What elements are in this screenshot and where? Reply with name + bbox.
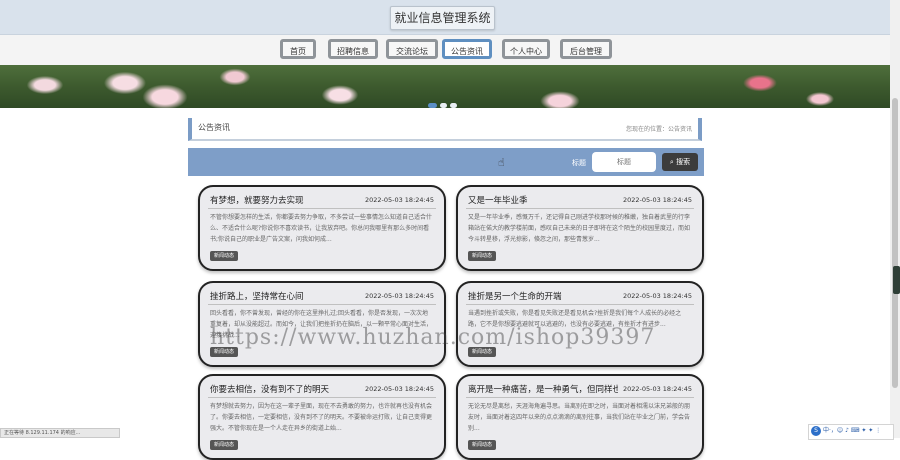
carousel-dot[interactable] [450, 103, 457, 108]
side-float-widget[interactable] [893, 266, 900, 294]
news-card[interactable]: 离开是一种痛苦，是一种勇气，但同样也是一种收获 2022-05-03 18:24… [456, 374, 704, 460]
card-tag[interactable]: 新闻动态 [210, 251, 239, 261]
carousel-dot[interactable] [440, 103, 447, 108]
hero-banner-image [0, 65, 890, 108]
carousel-indicators [428, 93, 460, 108]
card-date: 2022-05-03 18:24:45 [364, 292, 434, 300]
news-card[interactable]: 你要去相信，没有到不了的明天 2022-05-03 18:24:45 有梦想就去… [198, 374, 446, 460]
card-title[interactable]: 挫折路上，坚持常在心间 [210, 290, 304, 302]
news-card[interactable]: 有梦想，就要努力去实现 2022-05-03 18:24:45 不管你想要怎样的… [198, 185, 446, 271]
search-button[interactable]: ⌕ 搜索 [662, 153, 698, 171]
search-label: 标题 [572, 159, 586, 167]
card-divider [208, 397, 436, 398]
card-divider [208, 208, 436, 209]
card-title[interactable]: 又是一年毕业季 [468, 194, 528, 206]
nav-item-profile[interactable]: 个人中心 [502, 39, 550, 59]
breadcrumb: 您现在的位置：公告资讯 [625, 126, 692, 133]
news-card[interactable]: 挫折路上，坚持常在心间 2022-05-03 18:24:45 回头看看，你不曾… [198, 281, 446, 367]
carousel-dot[interactable] [428, 103, 437, 108]
nav-item-forum[interactable]: 交流论坛 [386, 39, 438, 59]
section-header: 公告资讯 您现在的位置：公告资讯 [188, 118, 702, 141]
card-divider [466, 304, 694, 305]
nav-item-admin[interactable]: 后台管理 [560, 39, 612, 59]
news-card[interactable]: 挫折是另一个生命的开端 2022-05-03 18:24:45 当遇到挫折或失败… [456, 281, 704, 367]
mouse-cursor-icon: ☝ [498, 156, 505, 169]
card-summary: 无论无尽是离愁，天涯海角遍寻思。当离别在即之时，当面对着相濡以沫兄弟般的朋友时，… [468, 403, 691, 432]
browser-status-bar: 正在等待 8.129.11.174 的响应... [0, 428, 120, 438]
card-date: 2022-05-03 18:24:45 [622, 385, 692, 393]
search-input[interactable] [592, 152, 656, 172]
card-divider [466, 397, 694, 398]
card-title[interactable]: 挫折是另一个生命的开端 [468, 290, 562, 302]
card-title[interactable]: 有梦想，就要努力去实现 [210, 194, 304, 206]
nav-item-home[interactable]: 首页 [280, 39, 316, 59]
ime-logo-icon[interactable]: S [811, 426, 821, 436]
site-title: 就业信息管理系统 [390, 6, 495, 30]
card-date: 2022-05-03 18:24:45 [622, 196, 692, 204]
card-divider [466, 208, 694, 209]
card-divider [208, 304, 436, 305]
card-date: 2022-05-03 18:24:45 [364, 385, 434, 393]
card-summary: 不管你想要怎样的生活，你都要去努力争取，不多尝试一些事情怎么知道自己适合什么、不… [210, 214, 433, 243]
nav-item-announcements[interactable]: 公告资讯 [442, 39, 492, 59]
ime-toolbar-text[interactable]: 中·，☺ ♪ ⌨ ✦ ✦ ⋮ [823, 427, 881, 434]
card-date: 2022-05-03 18:24:45 [622, 292, 692, 300]
search-icon: ⌕ [669, 158, 674, 166]
card-tag[interactable]: 新闻动态 [210, 440, 239, 450]
search-bar: 标题 ⌕ 搜索 [188, 148, 704, 176]
card-summary: 又是一年毕业季，感慨万千，还记得自己刚进学校那时候的稚嫩，独自着武里的行李箱站在… [468, 214, 691, 243]
main-nav: 首页 招聘信息 交流论坛 公告资讯 个人中心 后台管理 [0, 35, 890, 65]
section-title: 公告资讯 [198, 123, 230, 132]
search-button-label: 搜索 [676, 158, 691, 166]
news-card[interactable]: 又是一年毕业季 2022-05-03 18:24:45 又是一年毕业季，感慨万千… [456, 185, 704, 271]
card-tag[interactable]: 新闻动态 [468, 251, 497, 261]
card-summary: 有梦想就去努力，因为在这一辈子里面，现在不去勇敢的努力，也许就再也没有机会了。你… [210, 403, 433, 432]
scrollbar-thumb[interactable] [892, 98, 898, 388]
card-title[interactable]: 离开是一种痛苦，是一种勇气，但同样也是一种收获 [468, 383, 618, 395]
watermark-text: https://www.huzhan.com/ishop39397 [210, 325, 656, 350]
nav-item-jobs[interactable]: 招聘信息 [328, 39, 378, 59]
top-header: 就业信息管理系统 [0, 0, 890, 35]
card-tag[interactable]: 新闻动态 [468, 440, 497, 450]
card-title[interactable]: 你要去相信，没有到不了的明天 [210, 383, 329, 395]
card-date: 2022-05-03 18:24:45 [364, 196, 434, 204]
